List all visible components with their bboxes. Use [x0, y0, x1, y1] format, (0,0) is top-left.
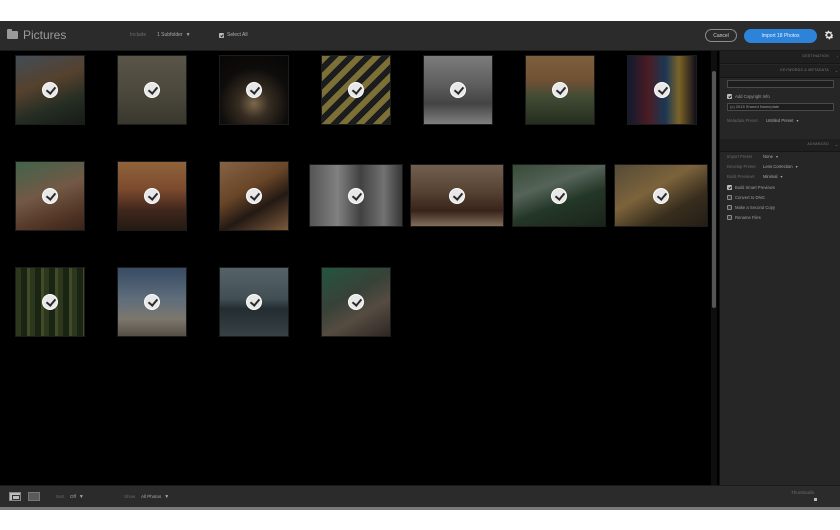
- photo-thumbnail[interactable]: [117, 161, 187, 231]
- option-row[interactable]: Convert to DNG: [727, 195, 765, 200]
- destination-section-header[interactable]: DESTINATION ›: [720, 51, 840, 64]
- import-button[interactable]: Import 18 Photos: [744, 29, 817, 43]
- include-subfolder-dropdown[interactable]: 1 Subfolder ▼: [157, 32, 191, 38]
- import-settings-panel: DESTINATION › KEYWORDS & METADATA ⌄ Add Co…: [719, 51, 840, 485]
- bottom-toolbar: Sort Off ▼ Show All Photos ▼ Thumbnails: [0, 485, 840, 508]
- photo-thumbnail[interactable]: [219, 55, 289, 125]
- photo-thumbnail[interactable]: [309, 164, 403, 227]
- photo-thumbnail[interactable]: [117, 267, 187, 337]
- photo-thumbnail[interactable]: [15, 55, 85, 125]
- sort-label: Sort: [56, 494, 65, 499]
- selected-check-icon[interactable]: [42, 294, 58, 310]
- copyright-field[interactable]: (c) 2015 Shared Nameplate: [727, 103, 834, 111]
- thumbnail-size-slider[interactable]: [814, 498, 817, 501]
- single-view-icon[interactable]: [28, 492, 40, 501]
- select-all-label: Select All: [227, 32, 248, 38]
- selected-check-icon[interactable]: [144, 82, 160, 98]
- photo-thumbnail[interactable]: [321, 267, 391, 337]
- photo-thumbnail[interactable]: [614, 164, 708, 227]
- chevron-icon: ⌄: [834, 68, 838, 73]
- selected-check-icon[interactable]: [246, 294, 262, 310]
- photo-thumbnail[interactable]: [321, 55, 391, 125]
- chevron-down-icon: ▾: [780, 174, 783, 179]
- select-all-toggle[interactable]: Select All: [219, 32, 248, 38]
- window-bottom-edge: [0, 507, 840, 510]
- show-label: Show: [124, 494, 136, 499]
- keywords-section-header[interactable]: KEYWORDS & METADATA ⌄: [720, 65, 840, 78]
- photo-thumbnail[interactable]: [219, 267, 289, 337]
- photo-thumbnail[interactable]: [219, 161, 289, 231]
- chevron-down-icon: ▾: [796, 118, 799, 123]
- selected-check-icon[interactable]: [552, 82, 568, 98]
- photo-thumbnail[interactable]: [423, 55, 493, 125]
- add-copyright-row[interactable]: Add Copyright Info: [727, 94, 770, 99]
- selected-check-icon[interactable]: [449, 187, 465, 204]
- photo-thumbnail[interactable]: [117, 55, 187, 125]
- cancel-button[interactable]: Cancel: [705, 29, 737, 42]
- selected-check-icon[interactable]: [450, 82, 466, 98]
- thumbnails-label: Thumbnails: [791, 490, 815, 495]
- selected-check-icon[interactable]: [144, 294, 160, 310]
- selected-check-icon[interactable]: [348, 82, 364, 98]
- selected-check-icon[interactable]: [42, 188, 58, 204]
- chevron-down-icon: ▾: [776, 154, 779, 159]
- option-row[interactable]: Build Smart Previews: [727, 185, 775, 190]
- photo-thumbnail[interactable]: [512, 164, 606, 227]
- selected-check-icon[interactable]: [348, 294, 364, 310]
- grid-view-icon[interactable]: [9, 492, 21, 501]
- option-row[interactable]: Make a Second Copy: [727, 205, 775, 210]
- selected-check-icon[interactable]: [144, 188, 160, 204]
- second-copy-checkbox[interactable]: [727, 205, 732, 210]
- keywords-field[interactable]: [727, 80, 834, 88]
- top-toolbar: Pictures Include 1 Subfolder ▼ Select All…: [0, 21, 840, 51]
- selected-check-icon[interactable]: [246, 188, 262, 204]
- chevron-down-icon: ▼: [185, 32, 191, 38]
- include-label: Include: [130, 32, 147, 38]
- develop-preset-row[interactable]: Develop Preset Lens Correction ▾: [727, 164, 798, 169]
- add-copyright-checkbox[interactable]: [727, 94, 732, 99]
- show-dropdown[interactable]: All Photos ▼: [141, 494, 169, 500]
- grid-scrollbar-thumb[interactable]: [712, 71, 716, 308]
- photo-thumbnail[interactable]: [410, 164, 504, 227]
- photo-grid: [0, 51, 710, 485]
- selected-check-icon[interactable]: [348, 187, 364, 204]
- chevron-icon: ›: [836, 54, 838, 59]
- rename-files-checkbox[interactable]: [727, 215, 732, 220]
- metadata-preset-row[interactable]: Metadata Preset Untitled Preset ▾: [727, 118, 799, 123]
- chevron-down-icon: ▼: [164, 494, 170, 500]
- import-preset-row[interactable]: Import Preset None ▾: [727, 154, 778, 159]
- convert-to-dng-checkbox[interactable]: [727, 195, 732, 200]
- gear-icon[interactable]: [823, 29, 835, 41]
- import-window: Pictures Include 1 Subfolder ▼ Select All…: [0, 21, 840, 508]
- selected-check-icon[interactable]: [42, 82, 58, 98]
- photo-thumbnail[interactable]: [627, 55, 697, 125]
- sort-dropdown[interactable]: Off ▼: [70, 494, 84, 500]
- chevron-down-icon: ▾: [795, 164, 798, 169]
- photo-thumbnail[interactable]: [15, 161, 85, 231]
- select-all-checkbox[interactable]: [219, 32, 224, 38]
- selected-check-icon[interactable]: [551, 187, 567, 204]
- advanced-section-header[interactable]: ADVANCED ⌄: [720, 139, 840, 152]
- build-smart-previews-checkbox[interactable]: [727, 185, 732, 190]
- photo-thumbnail[interactable]: [15, 267, 85, 337]
- chevron-down-icon: ▼: [78, 494, 84, 500]
- photo-thumbnail[interactable]: [525, 55, 595, 125]
- selected-check-icon[interactable]: [246, 82, 262, 98]
- option-row[interactable]: Rename Files: [727, 215, 761, 220]
- folder-icon: [7, 29, 18, 39]
- build-previews-row[interactable]: Build Previews Minimal ▾: [727, 174, 783, 179]
- selected-check-icon[interactable]: [654, 82, 670, 98]
- chevron-icon: ⌄: [834, 142, 838, 147]
- source-folder-title: Pictures: [23, 28, 67, 42]
- selected-check-icon[interactable]: [653, 187, 669, 204]
